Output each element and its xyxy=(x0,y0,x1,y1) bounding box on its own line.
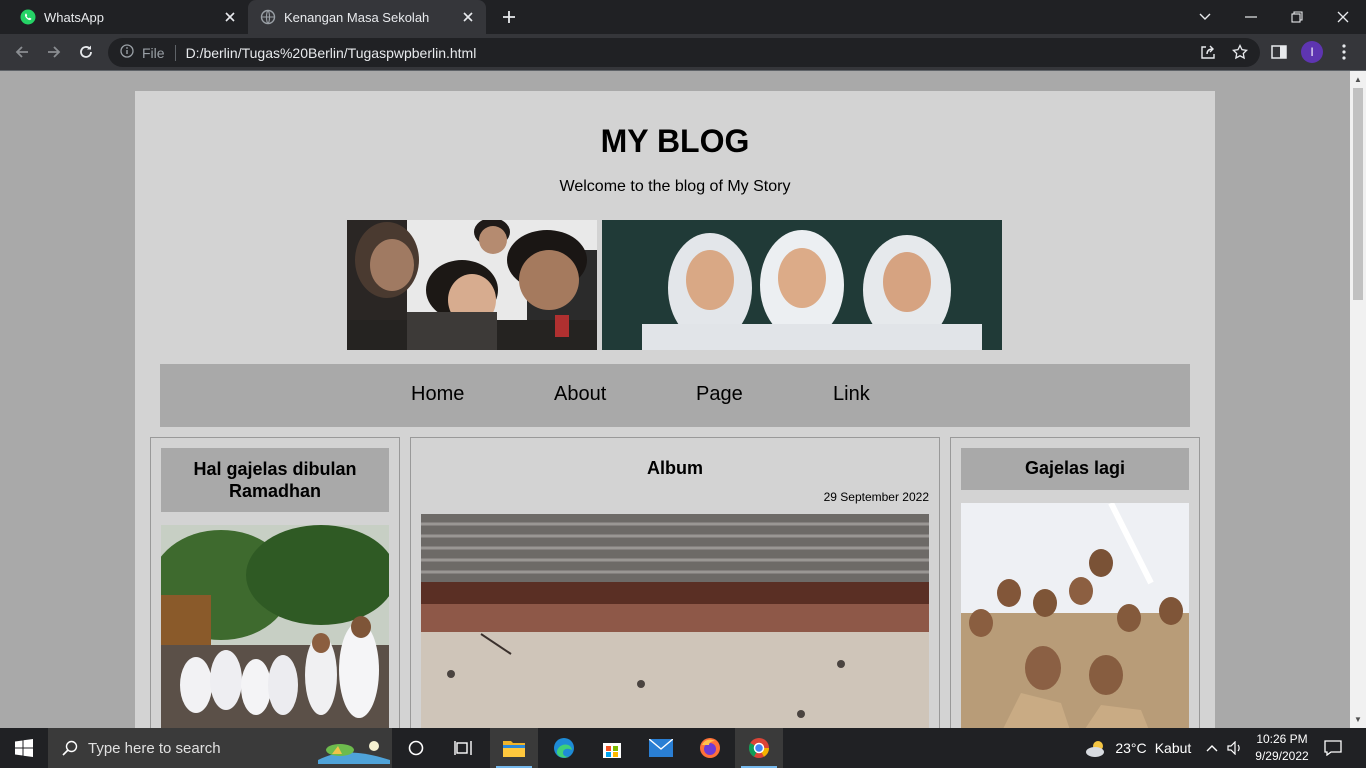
forward-arrow-icon[interactable] xyxy=(42,40,66,64)
restore-icon[interactable] xyxy=(1274,0,1320,34)
volume-icon[interactable] xyxy=(1224,728,1246,768)
page-viewport: MY BLOG Welcome to the blog of My Story xyxy=(0,71,1350,728)
close-tab-icon[interactable] xyxy=(220,7,240,27)
scrollbar-thumb[interactable] xyxy=(1353,88,1363,300)
tab-title: WhatsApp xyxy=(44,9,104,25)
browser-toolbar: File D:/berlin/Tugas%20Berlin/Tugaspwpbe… xyxy=(0,34,1366,71)
search-highlight-icon xyxy=(318,732,390,764)
taskbar-clock[interactable]: 10:26 PM 9/29/2022 xyxy=(1252,731,1312,765)
nav-link-page[interactable]: Page xyxy=(696,383,743,406)
firefox-icon[interactable] xyxy=(686,728,734,768)
center-card: Album 29 September 2022 xyxy=(410,437,940,728)
tab-title: Kenangan Masa Sekolah xyxy=(284,9,430,25)
left-card: Hal gajelas dibulan Ramadhan xyxy=(150,437,400,728)
right-card: Gajelas lagi xyxy=(950,437,1200,728)
address-scheme-label: File xyxy=(142,44,165,61)
reload-icon[interactable] xyxy=(74,40,98,64)
windows-taskbar: Type here to search 23°C Kabut 10:26 PM … xyxy=(0,728,1366,768)
weather-icon[interactable] xyxy=(1084,728,1110,768)
left-card-title: Hal gajelas dibulan Ramadhan xyxy=(161,448,389,512)
header-photo-friends xyxy=(602,220,1002,350)
search-icon xyxy=(62,740,78,756)
tab-strip: WhatsApp Kenangan Masa Sekolah xyxy=(0,0,1366,34)
tray-chevron-up-icon[interactable] xyxy=(1202,728,1222,768)
bookmark-star-icon[interactable] xyxy=(1230,42,1250,62)
classmates-photo xyxy=(961,503,1189,728)
weather-desc[interactable]: Kabut xyxy=(1152,728,1194,768)
chrome-icon[interactable] xyxy=(735,728,783,768)
close-window-icon[interactable] xyxy=(1320,0,1366,34)
clock-time: 10:26 PM xyxy=(1256,732,1308,746)
info-icon[interactable] xyxy=(120,44,134,61)
tab-kenangan[interactable]: Kenangan Masa Sekolah xyxy=(248,0,486,34)
album-photo xyxy=(421,514,929,728)
share-icon[interactable] xyxy=(1198,42,1218,62)
blog-container: MY BLOG Welcome to the blog of My Story xyxy=(135,91,1215,728)
scroll-up-icon[interactable]: ▲ xyxy=(1354,75,1362,84)
nav-link-link[interactable]: Link xyxy=(833,383,870,406)
page-scrollbar[interactable]: ▲ ▼ xyxy=(1350,71,1366,728)
profile-avatar[interactable]: I xyxy=(1301,41,1323,63)
blog-subtitle: Welcome to the blog of My Story xyxy=(559,178,791,195)
tab-whatsapp[interactable]: WhatsApp xyxy=(8,0,248,34)
tab-search-chevron-icon[interactable] xyxy=(1182,0,1228,34)
center-card-title: Album xyxy=(647,458,703,478)
edge-icon[interactable] xyxy=(540,728,588,768)
address-divider xyxy=(174,44,176,61)
back-arrow-icon[interactable] xyxy=(10,40,34,64)
file-explorer-icon[interactable] xyxy=(490,728,538,768)
nav-link-about[interactable]: About xyxy=(554,383,606,406)
cortana-icon[interactable] xyxy=(396,728,436,768)
whatsapp-icon xyxy=(20,9,36,25)
new-tab-icon[interactable] xyxy=(497,5,521,29)
header-photo-selfie xyxy=(347,220,597,350)
taskbar-search-box[interactable]: Type here to search xyxy=(48,728,392,768)
side-panel-icon[interactable] xyxy=(1269,42,1289,62)
blog-title: MY BLOG xyxy=(600,123,750,159)
weather-temp[interactable]: 23°C xyxy=(1114,728,1148,768)
mail-icon[interactable] xyxy=(637,728,685,768)
ramadhan-photo xyxy=(161,525,389,728)
address-bar[interactable]: File D:/berlin/Tugas%20Berlin/Tugaspwpbe… xyxy=(108,38,1260,67)
right-card-title: Gajelas lagi xyxy=(961,448,1189,490)
nav-bar: Home About Page Link xyxy=(160,364,1190,427)
clock-date: 9/29/2022 xyxy=(1255,749,1309,763)
close-tab-icon[interactable] xyxy=(458,7,478,27)
nav-link-home[interactable]: Home xyxy=(411,383,464,406)
url-text[interactable]: D:/berlin/Tugas%20Berlin/Tugaspwpberlin.… xyxy=(186,45,477,61)
windows-start-icon[interactable] xyxy=(0,728,48,768)
search-placeholder: Type here to search xyxy=(88,739,221,757)
minimize-icon[interactable] xyxy=(1228,0,1274,34)
post-date: 29 September 2022 xyxy=(823,490,929,504)
microsoft-store-icon[interactable] xyxy=(588,728,636,768)
notification-icon[interactable] xyxy=(1316,728,1350,768)
task-view-icon[interactable] xyxy=(443,728,483,768)
globe-icon xyxy=(260,9,276,25)
scroll-down-icon[interactable]: ▼ xyxy=(1354,715,1362,724)
menu-dots-icon[interactable] xyxy=(1334,42,1354,62)
